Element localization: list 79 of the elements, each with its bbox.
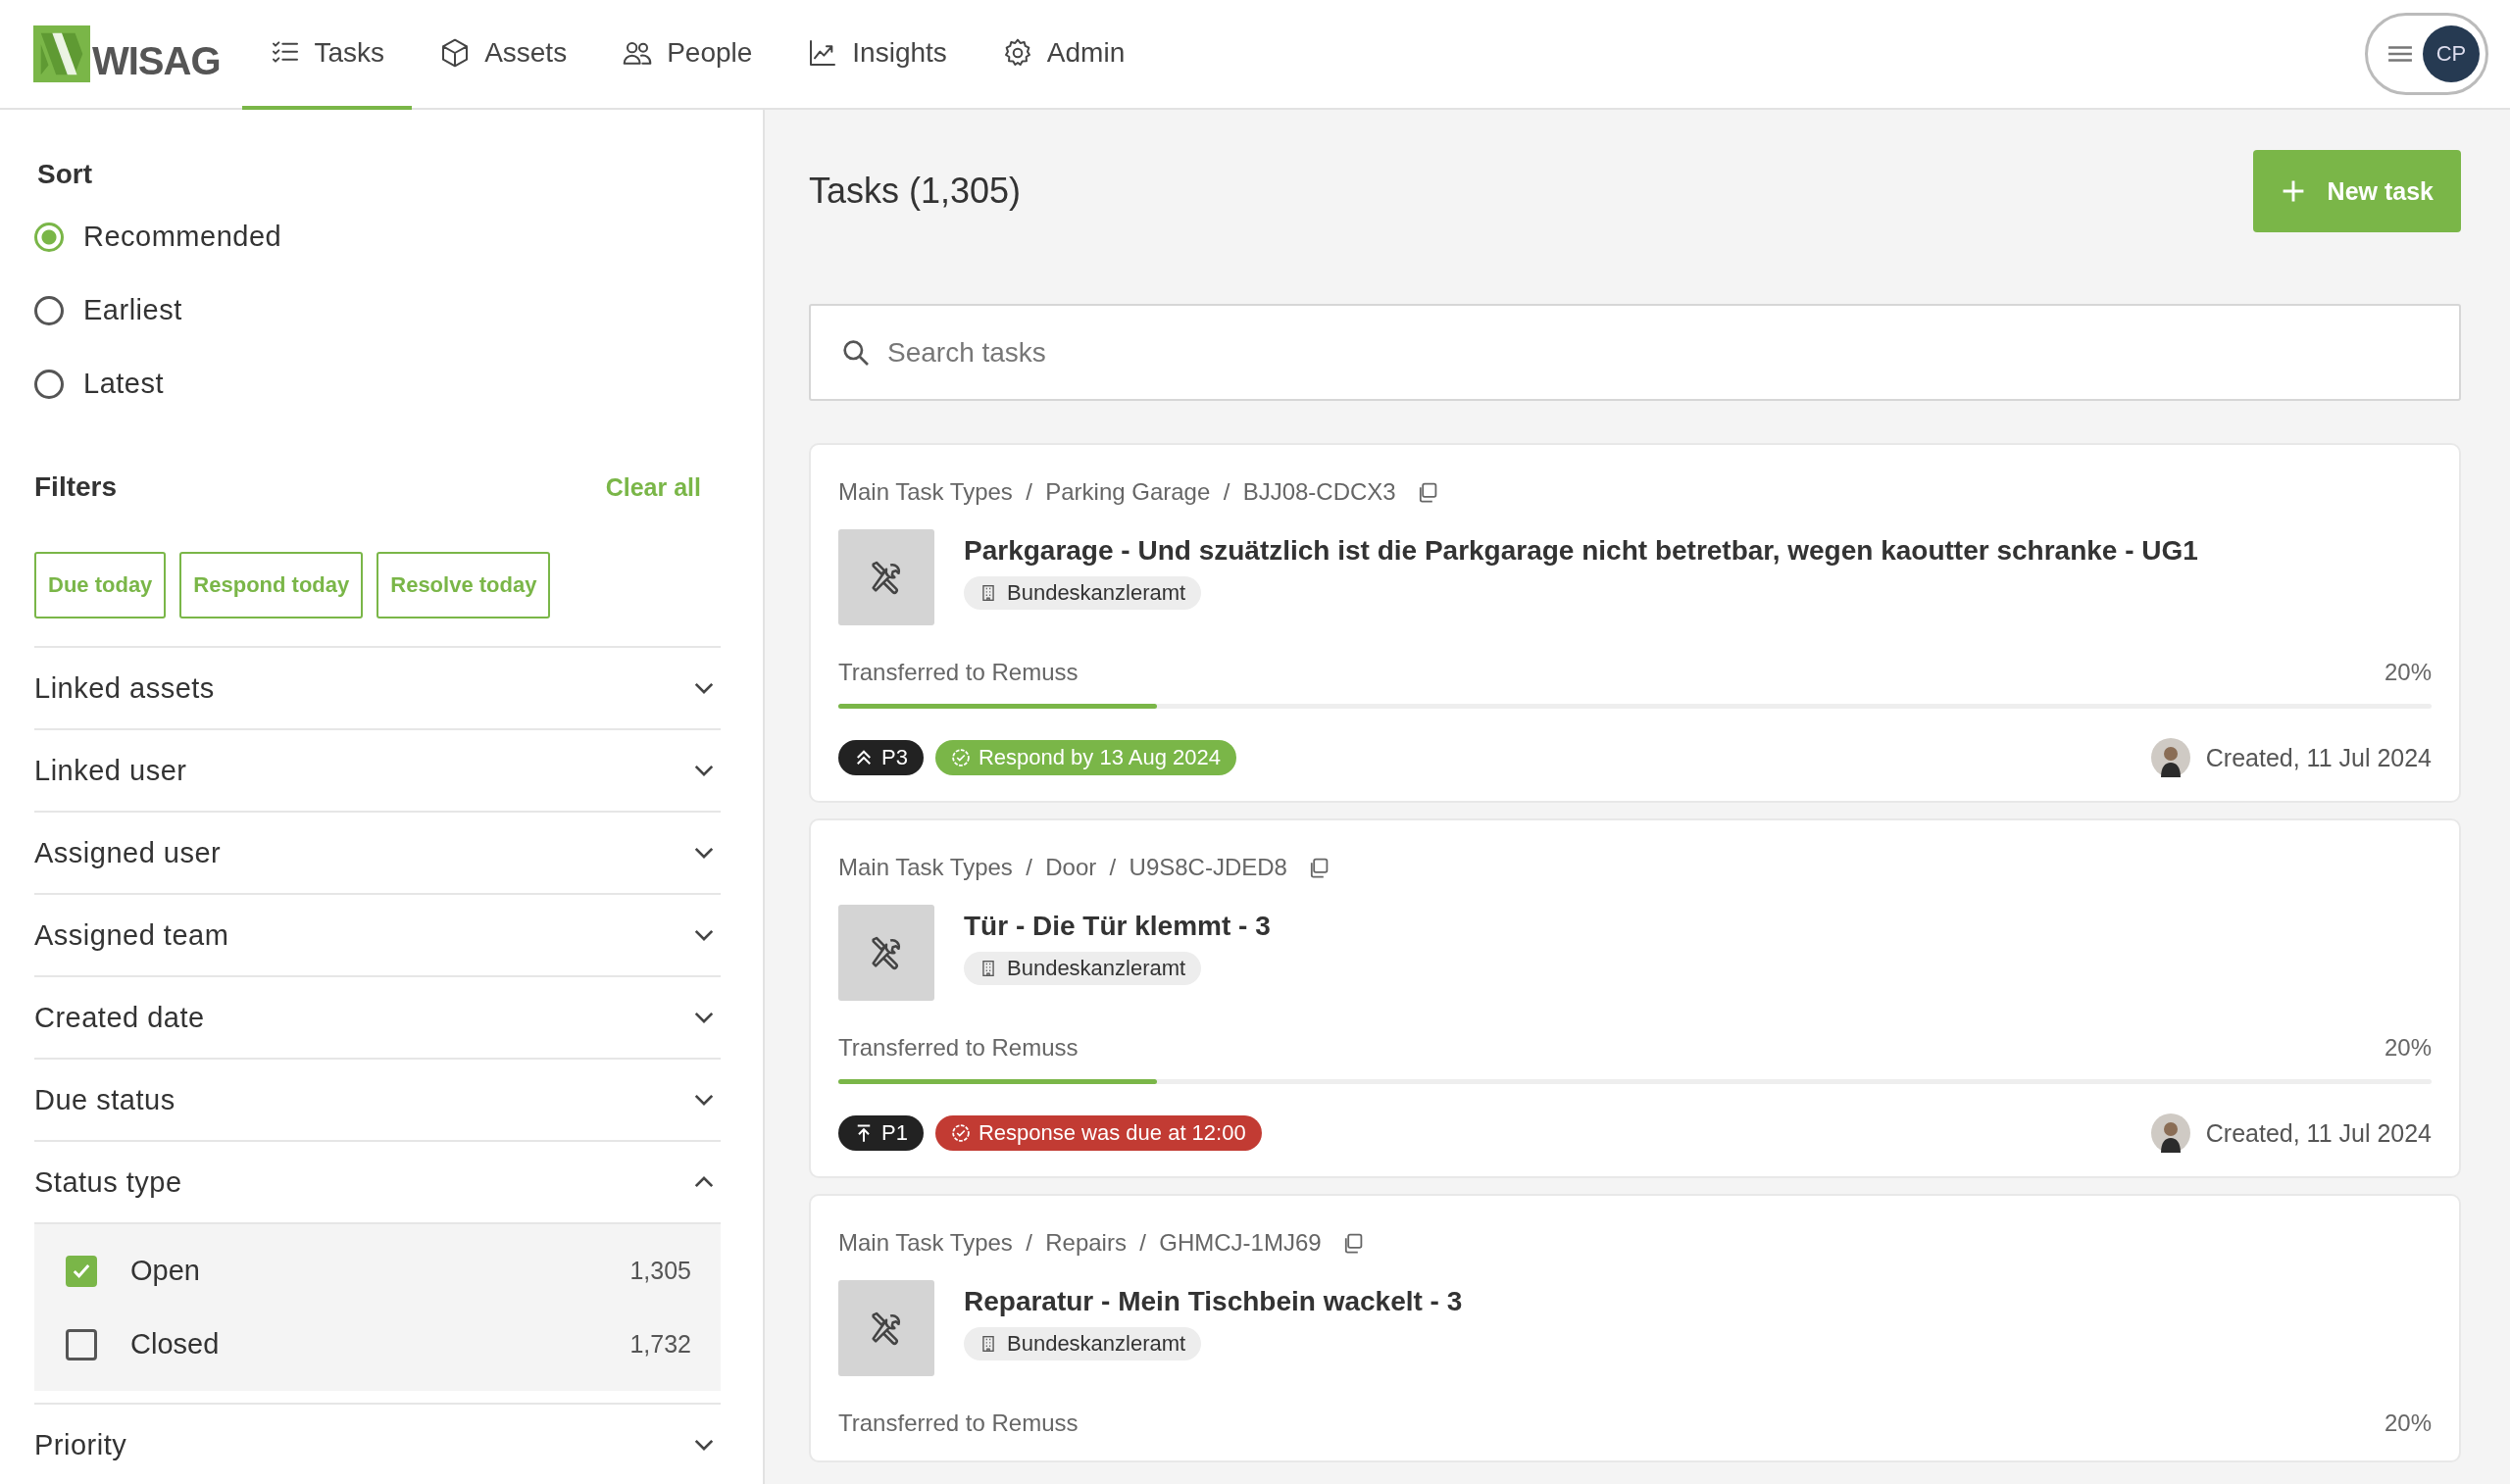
progress-percent: 20% [2384,659,2432,686]
task-title[interactable]: Reparatur - Mein Tischbein wackelt - 3 [964,1286,1463,1317]
breadcrumb: Main Task Types / Door / U9S8C-JDED8 [838,854,1287,881]
filter-group-label: Linked user [34,754,187,787]
checkbox[interactable] [66,1255,97,1287]
filter-group-header[interactable]: Due status [34,1060,721,1140]
sla-badge: Respond by 13 Aug 2024 [934,740,1236,775]
menu-icon [2387,45,2413,63]
option-label: Open [130,1255,201,1287]
option-label: Earliest [83,294,182,326]
status-label: Transferred to Remuss [838,1034,1079,1062]
radio-button[interactable] [34,369,64,399]
option-label: Latest [83,368,164,400]
nav-tab[interactable]: Admin [974,0,1153,110]
user-avatar [2150,738,2190,777]
user-avatar [2150,1113,2190,1153]
check-circle-icon [950,748,971,767]
user-menu-button[interactable]: CP [2365,13,2488,95]
filter-group-label: Status type [34,1165,182,1199]
status-option[interactable]: Closed 1,732 [34,1308,721,1381]
logo-text: WISAG [92,38,221,83]
location-tag: Bundeskanzleramt [964,952,1202,985]
option-label: Closed [130,1328,221,1360]
status-label: Transferred to Remuss [838,659,1079,686]
breadcrumb: Main Task Types / Parking Garage / BJJ08-CDCX3 [838,478,1396,506]
user-avatar: CP [2423,25,2480,82]
sla-badge: Response was due at 12:00 [934,1115,1262,1151]
option-label: Recommended [83,221,282,253]
nav-tab[interactable]: Assets [412,0,595,110]
search-field[interactable]: Search tasks [809,304,2461,401]
breadcrumb: Main Task Types / Repairs / GHMCJ-1MJ69 [838,1229,1322,1257]
logo[interactable]: WISAG [33,0,221,108]
status-label: Transferred to Remuss [838,1410,1079,1437]
status-option[interactable]: Open 1,305 [34,1234,721,1308]
created-date: Created, 11 Jul 2024 [2205,1118,2432,1148]
filters-heading: Filters [34,471,118,503]
created-date: Created, 11 Jul 2024 [2205,743,2432,772]
filter-group-header[interactable]: Assigned user [34,813,721,893]
priority-badge: P3 [838,740,924,775]
radio-button[interactable] [34,222,64,252]
logo-mark-icon [33,25,90,82]
filter-group-header[interactable]: Created date [34,977,721,1058]
building-icon [979,960,997,977]
double-chevron-up-icon [854,748,874,767]
filter-group-label: Assigned team [34,918,229,952]
nav-tab[interactable]: Insights [779,0,975,110]
sort-option[interactable]: Recommended [34,200,722,273]
filter-group-label: Assigned user [34,836,222,869]
building-icon [979,584,997,602]
sort-option[interactable]: Latest [34,347,722,420]
page-title: Tasks (1,305) [809,171,1022,212]
building-icon [979,1335,997,1353]
filter-group-header[interactable]: Linked user [34,730,721,811]
checkbox[interactable] [66,1328,97,1360]
filter-group-label: Linked assets [34,671,215,705]
task-title[interactable]: Tür - Die Tür klemmt - 3 [964,911,1271,942]
filter-group-header[interactable]: Priority [34,1405,721,1484]
sort-option[interactable]: Earliest [34,273,722,347]
task-card[interactable]: Main Task Types / Door / U9S8C-JDED8 Tür - Die Tür klemmt - 3 Bundeskanzleramt Transferred to Remuss 20% P1 Response was due at 12:00 Created, 11 Jul 2024 [809,818,2461,1178]
filter-group-header[interactable]: Status type [34,1142,721,1222]
radio-button[interactable] [34,295,64,325]
progress-percent: 20% [2384,1034,2432,1062]
filter-group-header[interactable]: Assigned team [34,895,721,975]
task-card[interactable]: Main Task Types / Repairs / GHMCJ-1MJ69 Reparatur - Mein Tischbein wackelt - 3 Bundeskanzleramt Transferred to Remuss 20% [809,1194,2461,1462]
check-circle-icon [950,1123,971,1143]
sort-heading: Sort [37,159,93,190]
task-title[interactable]: Parkgarage - Und szuätzlich ist die Parkgarage nicht betretbar, wegen kaoutter schranke - UG1 [964,535,2198,567]
option-count: 1,305 [629,1257,691,1285]
filter-group-header[interactable]: Linked assets [34,648,721,728]
location-tag: Bundeskanzleramt [964,1327,1202,1360]
option-count: 1,732 [629,1330,691,1359]
filter-group-label: Priority [34,1428,127,1461]
task-card[interactable] [809,443,2461,803]
nav-tab[interactable]: People [594,0,780,110]
location-tag: Bundeskanzleramt [964,576,1202,610]
priority-badge: P1 [838,1115,924,1151]
filter-group-label: Created date [34,1001,205,1034]
filter-group-label: Due status [34,1083,176,1116]
progress-percent: 20% [2384,1410,2432,1437]
